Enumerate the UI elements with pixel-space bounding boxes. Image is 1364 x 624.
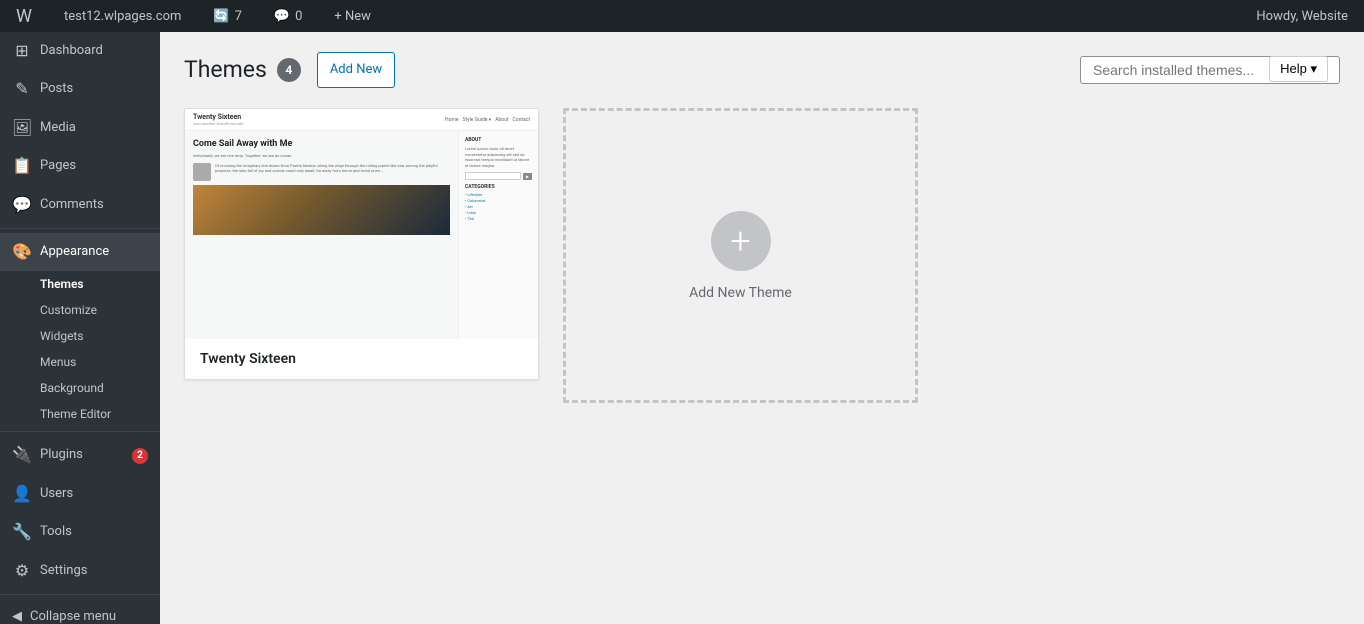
posts-icon: ✎ bbox=[12, 78, 32, 100]
theme-name: Twenty Sixteen bbox=[185, 339, 538, 379]
sidebar-label-users: Users bbox=[40, 485, 73, 503]
theme-card-twenty-sixteen[interactable]: Twenty Sixteen Just another WordPress si… bbox=[184, 108, 539, 380]
sidebar-label-dashboard: Dashboard bbox=[40, 42, 103, 60]
updates-icon: 🔄 bbox=[213, 9, 229, 24]
preview-nav: Twenty Sixteen Just another WordPress si… bbox=[185, 109, 538, 131]
appearance-icon: 🎨 bbox=[12, 241, 32, 263]
new-label: + New bbox=[334, 9, 371, 24]
sidebar-item-dashboard[interactable]: ⊞ Dashboard bbox=[0, 32, 160, 70]
site-url: test12.wlpages.com bbox=[64, 9, 181, 24]
admin-bar: W test12.wlpages.com 🔄 7 💬 0 + New Howdy… bbox=[0, 0, 1364, 32]
preview-site-title: Twenty Sixteen bbox=[193, 113, 243, 121]
comments-menu-icon: 💬 bbox=[12, 194, 32, 216]
submenu-background-label: Background bbox=[40, 381, 104, 395]
preview-sidebar: ABOUT Lorem ipsum dolor sit amet consect… bbox=[458, 131, 538, 339]
preview-body: Come Sail Away with Me Individually, we … bbox=[185, 131, 538, 339]
sidebar-item-media[interactable]: 🖼 Media bbox=[0, 109, 160, 147]
add-theme-icon: + bbox=[711, 211, 771, 271]
sidebar-item-users[interactable]: 👤 Users bbox=[0, 475, 160, 513]
preview-avatar bbox=[193, 163, 211, 181]
adminbar-howdy[interactable]: Howdy, Website bbox=[1248, 0, 1356, 32]
adminbar-site-name[interactable]: test12.wlpages.com bbox=[56, 0, 189, 32]
sidebar-item-pages[interactable]: 📋 Pages bbox=[0, 147, 160, 185]
preview-search-input bbox=[465, 172, 521, 180]
sidebar-label-appearance: Appearance bbox=[40, 243, 109, 261]
preview-main: Come Sail Away with Me Individually, we … bbox=[185, 131, 458, 339]
howdy-text: Howdy, Website bbox=[1256, 9, 1348, 24]
adminbar-updates[interactable]: 🔄 7 bbox=[205, 0, 250, 32]
admin-sidebar: ⊞ Dashboard ✎ Posts 🖼 Media 📋 Pages 💬 Co… bbox=[0, 32, 160, 624]
media-icon: 🖼 bbox=[12, 117, 32, 139]
help-button[interactable]: Help ▾ bbox=[1269, 56, 1328, 82]
users-icon: 👤 bbox=[12, 483, 32, 505]
sidebar-item-plugins[interactable]: 🔌 Plugins 2 bbox=[0, 436, 160, 474]
submenu-themes-label: Themes bbox=[40, 277, 84, 291]
preview-image bbox=[193, 185, 450, 235]
comments-icon: 💬 bbox=[274, 9, 290, 24]
preview-site-tagline: Just another WordPress site bbox=[193, 121, 243, 126]
page-title-wrap: Themes 4 bbox=[184, 55, 301, 85]
sidebar-item-tools[interactable]: 🔧 Tools bbox=[0, 513, 160, 551]
add-new-button[interactable]: Add New bbox=[317, 52, 395, 88]
menu-separator-1 bbox=[0, 228, 160, 229]
sidebar-item-appearance[interactable]: 🎨 Appearance bbox=[0, 233, 160, 271]
adminbar-wp-logo[interactable]: W bbox=[8, 0, 40, 32]
dashboard-icon: ⊞ bbox=[12, 40, 32, 62]
updates-count: 7 bbox=[235, 9, 242, 24]
sidebar-subitem-menus[interactable]: Menus bbox=[0, 349, 160, 375]
help-label: Help ▾ bbox=[1280, 61, 1317, 77]
sidebar-subitem-themes[interactable]: Themes bbox=[0, 271, 160, 297]
themes-grid: Twenty Sixteen Just another WordPress si… bbox=[184, 108, 1340, 403]
preview-text: Of crossing the imaginary line drawn fro… bbox=[215, 163, 450, 181]
menu-separator-3 bbox=[0, 594, 160, 595]
sidebar-label-media: Media bbox=[40, 119, 76, 137]
preview-content-block: Of crossing the imaginary line drawn fro… bbox=[193, 163, 450, 181]
comments-count: 0 bbox=[295, 9, 302, 24]
plugins-icon: 🔌 bbox=[12, 444, 32, 466]
sidebar-label-posts: Posts bbox=[40, 80, 73, 98]
submenu-customize-label: Customize bbox=[40, 303, 97, 317]
sidebar-label-settings: Settings bbox=[40, 562, 87, 580]
theme-preview: Twenty Sixteen Just another WordPress si… bbox=[185, 109, 538, 339]
submenu-menus-label: Menus bbox=[40, 355, 76, 369]
pages-icon: 📋 bbox=[12, 155, 32, 177]
sidebar-item-comments[interactable]: 💬 Comments bbox=[0, 186, 160, 224]
theme-screenshot: Twenty Sixteen Just another WordPress si… bbox=[185, 109, 538, 339]
add-new-theme-card[interactable]: + Add New Theme bbox=[563, 108, 918, 403]
sidebar-subitem-widgets[interactable]: Widgets bbox=[0, 323, 160, 349]
add-theme-label: Add New Theme bbox=[689, 285, 792, 301]
adminbar-comments[interactable]: 💬 0 bbox=[266, 0, 311, 32]
sidebar-item-posts[interactable]: ✎ Posts bbox=[0, 70, 160, 108]
submenu-widgets-label: Widgets bbox=[40, 329, 84, 343]
preview-search-row: ▶ bbox=[465, 172, 532, 180]
sidebar-label-comments: Comments bbox=[40, 196, 104, 214]
menu-separator-2 bbox=[0, 431, 160, 432]
main-content: Help ▾ Themes 4 Add New bbox=[160, 32, 1364, 624]
sidebar-item-settings[interactable]: ⚙ Settings bbox=[0, 552, 160, 590]
submenu-theme-editor-label: Theme Editor bbox=[40, 407, 111, 421]
preview-intro: Individually, we are one drop. Together,… bbox=[193, 153, 450, 159]
preview-heading: Come Sail Away with Me bbox=[193, 139, 450, 149]
tools-icon: 🔧 bbox=[12, 521, 32, 543]
wp-logo-icon: W bbox=[16, 6, 32, 27]
preview-nav-links: Home Style Guide ▾ About Contact bbox=[445, 117, 530, 123]
sidebar-subitem-theme-editor[interactable]: Theme Editor bbox=[0, 401, 160, 427]
sidebar-subitem-background[interactable]: Background bbox=[0, 375, 160, 401]
adminbar-new[interactable]: + New bbox=[326, 0, 379, 32]
wpbody-content: Help ▾ Themes 4 Add New bbox=[184, 52, 1340, 403]
sidebar-label-pages: Pages bbox=[40, 157, 76, 175]
sidebar-label-plugins: Plugins bbox=[40, 446, 83, 464]
collapse-menu-label: Collapse menu bbox=[30, 609, 116, 624]
sidebar-label-tools: Tools bbox=[40, 523, 72, 541]
page-header: Themes 4 Add New bbox=[184, 52, 1340, 88]
plugins-badge: 2 bbox=[132, 448, 148, 464]
collapse-menu-button[interactable]: ◀ Collapse menu bbox=[0, 599, 160, 624]
collapse-arrow-icon: ◀ bbox=[12, 609, 22, 624]
theme-count-badge: 4 bbox=[277, 58, 301, 82]
preview-submit-btn: ▶ bbox=[523, 173, 532, 180]
page-title: Themes bbox=[184, 55, 267, 85]
settings-icon: ⚙ bbox=[12, 560, 32, 582]
sidebar-subitem-customize[interactable]: Customize bbox=[0, 297, 160, 323]
